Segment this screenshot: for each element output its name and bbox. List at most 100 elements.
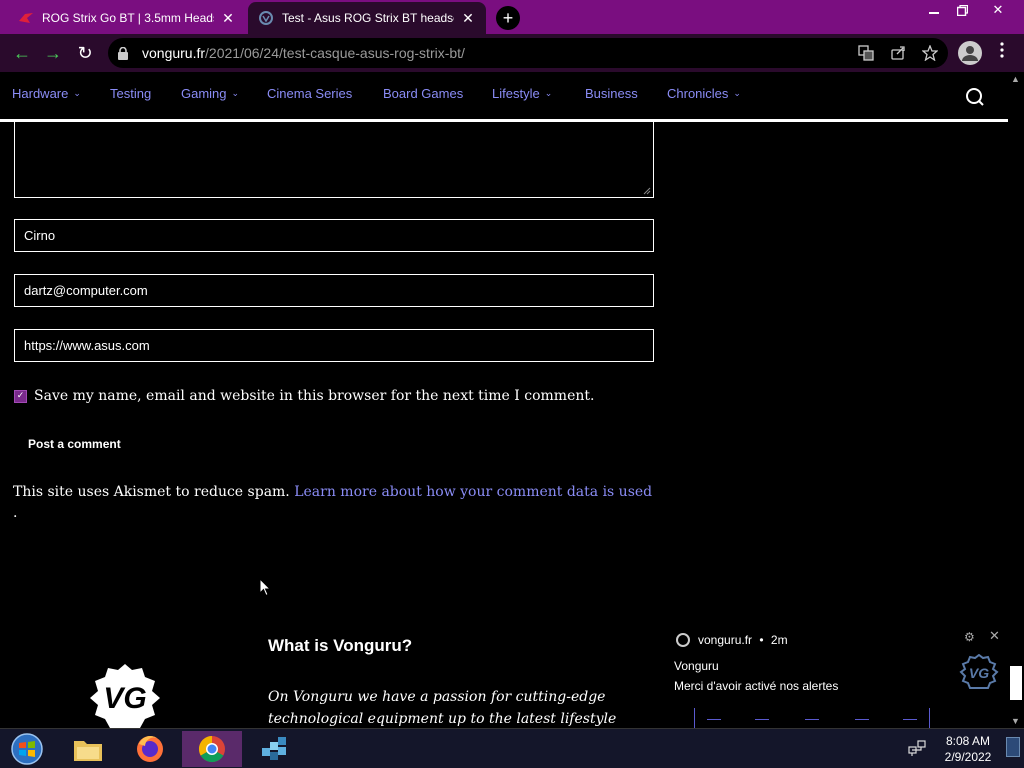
clock-time: 8:08 AM: [945, 734, 991, 748]
svg-text:VG: VG: [969, 665, 989, 681]
close-icon[interactable]: ✕: [989, 628, 1000, 644]
folder-icon: [74, 741, 102, 761]
windows-taskbar: 8:08 AM 2/9/2022: [0, 728, 1024, 768]
save-info-label: Save my name, email and website in this …: [34, 388, 595, 404]
window-close-icon[interactable]: ✕: [982, 0, 1014, 20]
push-notification[interactable]: vonguru.fr • 2m ⚙ ✕ Vonguru Merci d'avoi…: [662, 622, 1008, 706]
nav-label: Lifestyle: [492, 86, 540, 101]
forward-button[interactable]: →: [40, 40, 66, 66]
firefox-icon: [137, 735, 163, 762]
nav-label: Hardware: [12, 86, 69, 101]
website-field-value: https://www.asus.com: [24, 338, 150, 353]
rss-icon[interactable]: [805, 710, 819, 720]
notification-title: Vonguru: [674, 659, 719, 673]
browser-tab-vonguru-test[interactable]: Test - Asus ROG Strix BT headset ✕: [248, 2, 486, 34]
chevron-down-icon: ⌄: [544, 88, 553, 98]
taskbar-file-explorer[interactable]: [58, 731, 118, 767]
facebook-icon[interactable]: [707, 710, 721, 720]
taskbar-chrome[interactable]: [182, 731, 242, 767]
instagram-icon[interactable]: [755, 710, 769, 720]
new-tab-button[interactable]: +: [496, 6, 520, 30]
save-info-checkbox[interactable]: ✓: [14, 389, 27, 403]
url-host: vonguru.fr: [142, 45, 206, 61]
show-desktop-button[interactable]: [1006, 737, 1020, 757]
nav-item-testing[interactable]: Testing: [110, 86, 151, 101]
profile-avatar-icon[interactable]: [958, 41, 982, 65]
scroll-down-icon[interactable]: ▼: [1011, 716, 1020, 726]
browser-menu-icon[interactable]: [994, 42, 1010, 64]
nav-item-cinema-series[interactable]: Cinema Series: [267, 86, 352, 101]
notification-message: Merci d'avoir activé nos alertes: [674, 679, 839, 693]
system-clock[interactable]: 8:08 AM 2/9/2022: [936, 733, 1000, 765]
akismet-suffix: .: [13, 505, 18, 521]
notification-source: vonguru.fr • 2m: [698, 633, 788, 647]
browser-tab-bar: ROG Strix Go BT | 3.5mm Headse ✕ Test - …: [0, 0, 1024, 34]
nav-label: Testing: [110, 86, 152, 101]
name-field-value: Cirno: [24, 228, 56, 243]
nav-item-board-games[interactable]: Board Games: [383, 86, 463, 101]
restore-icon[interactable]: [946, 0, 978, 20]
nav-item-lifestyle[interactable]: Lifestyle ⌄: [492, 86, 552, 101]
start-button[interactable]: [0, 731, 54, 767]
page-scrollbar[interactable]: ▲ ▼: [1008, 72, 1024, 728]
nav-item-hardware[interactable]: Hardware ⌄: [12, 86, 81, 101]
notification-age: 2m: [770, 633, 788, 647]
tab-close-icon[interactable]: ✕: [460, 10, 476, 27]
translate-icon[interactable]: [856, 43, 876, 63]
website-field[interactable]: https://www.asus.com: [14, 329, 654, 362]
tab-title: ROG Strix Go BT | 3.5mm Headse: [42, 11, 214, 25]
nav-label: Board Games: [383, 86, 464, 101]
comment-textarea[interactable]: [14, 122, 654, 198]
youtube-icon[interactable]: [903, 710, 917, 720]
svg-text:VG: VG: [103, 682, 146, 715]
bookmark-star-icon[interactable]: [920, 43, 940, 63]
nav-item-business[interactable]: Business: [585, 86, 638, 101]
search-icon[interactable]: [964, 86, 986, 108]
notification-source-host: vonguru.fr: [698, 633, 753, 647]
nav-item-gaming[interactable]: Gaming ⌄: [181, 86, 239, 101]
akismet-learn-more-link[interactable]: Learn more about how your comment data i…: [294, 484, 652, 500]
nav-label: Gaming: [181, 86, 227, 101]
email-field-value: dartz@computer.com: [24, 283, 148, 298]
notification-separator: •: [759, 633, 764, 647]
clock-date: 2/9/2022: [944, 750, 992, 764]
footer-social-row: [694, 708, 930, 728]
resize-handle-icon[interactable]: [643, 187, 651, 195]
nav-item-chronicles[interactable]: Chronicles ⌄: [667, 86, 741, 101]
back-button[interactable]: ←: [9, 40, 35, 66]
reload-button[interactable]: ↻: [72, 40, 98, 66]
vonguru-notification-logo-icon: VG: [959, 654, 999, 689]
share-icon[interactable]: [888, 43, 908, 63]
gear-icon[interactable]: ⚙: [964, 630, 975, 644]
chevron-down-icon: ⌄: [231, 88, 240, 98]
nav-label: Business: [585, 86, 638, 101]
email-field[interactable]: dartz@computer.com: [14, 274, 654, 307]
name-field[interactable]: Cirno: [14, 219, 654, 252]
twitter-icon[interactable]: [855, 710, 869, 720]
taskbar-firefox[interactable]: [120, 731, 180, 767]
site-navigation: Hardware ⌄ Testing Gaming ⌄ Cinema Serie…: [0, 72, 1008, 122]
chrome-icon: [676, 633, 690, 647]
akismet-text: This site uses Akismet to reduce spam.: [13, 484, 290, 500]
chevron-down-icon: ⌄: [733, 88, 741, 98]
scroll-up-icon[interactable]: ▲: [1011, 74, 1020, 84]
chrome-taskbar-icon: [198, 735, 225, 763]
lock-icon: [118, 46, 132, 60]
rog-logo-icon: [18, 10, 34, 26]
footer-title: What is Vonguru?: [268, 636, 413, 655]
nav-label: Cinema Series: [267, 86, 353, 101]
post-comment-button[interactable]: Post a comment: [28, 437, 121, 451]
chevron-down-icon: ⌄: [73, 88, 81, 98]
akismet-notice: This site uses Akismet to reduce spam. L…: [13, 482, 663, 524]
mouse-cursor-icon: [259, 578, 271, 597]
network-icon[interactable]: [908, 739, 926, 757]
address-bar[interactable]: vonguru.fr/2021/06/24/test-casque-asus-r…: [108, 38, 948, 68]
save-info-row: ✓ Save my name, email and website in thi…: [14, 388, 594, 404]
nav-label: Chronicles: [667, 86, 729, 101]
vonguru-favicon-icon: [258, 10, 274, 26]
scrollbar-thumb[interactable]: [1010, 666, 1022, 700]
vonguru-logo-icon: VG: [90, 664, 160, 728]
browser-tab-rog-strix-go[interactable]: ROG Strix Go BT | 3.5mm Headse ✕: [8, 2, 246, 34]
tab-close-icon[interactable]: ✕: [220, 10, 236, 27]
taskbar-app[interactable]: [244, 731, 304, 767]
